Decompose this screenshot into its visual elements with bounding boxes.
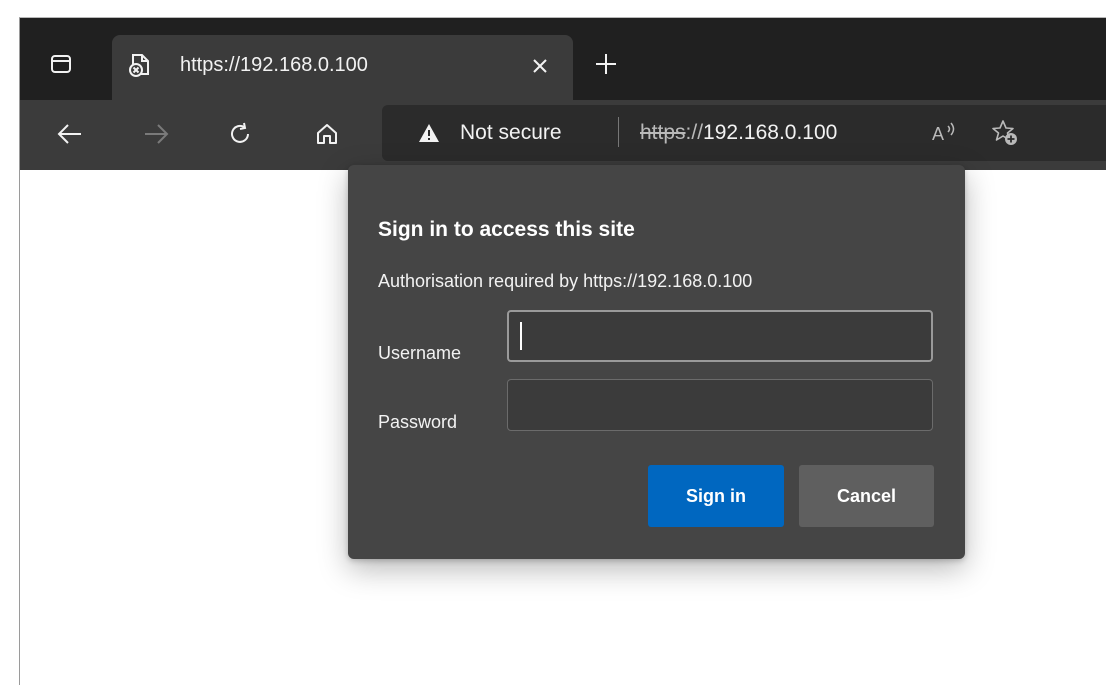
address-bar[interactable]: Not secure https://192.168.0.100 A [382,105,1106,161]
text-caret [520,322,522,350]
security-status-label[interactable]: Not secure [460,119,562,147]
sign-in-dialog: Sign in to access this site Authorisatio… [348,165,965,559]
dialog-message: Authorisation required by https://192.16… [378,271,753,291]
close-icon[interactable] [528,54,552,78]
tab-active[interactable]: https://192.168.0.100 [112,35,573,100]
username-label: Username [378,343,462,363]
url-separator: :// [685,121,704,144]
tab-actions-icon[interactable] [49,52,73,76]
browser-window: https://192.168.0.100 Not secure https:/… [19,17,1106,685]
refresh-icon[interactable] [223,117,257,151]
url-scheme: https [640,121,686,144]
add-favorite-icon[interactable] [990,119,1020,147]
password-label: Password [378,412,458,432]
warning-triangle-icon[interactable] [418,123,440,143]
url-text[interactable]: https://192.168.0.100 [640,119,837,147]
sign-in-button[interactable]: Sign in [648,465,784,527]
password-input[interactable] [507,379,933,431]
home-icon[interactable] [310,117,344,151]
cancel-button[interactable]: Cancel [799,465,934,527]
username-input[interactable] [507,310,933,362]
plus-icon[interactable] [592,50,620,78]
url-host: 192.168.0.100 [703,121,838,144]
insecure-page-icon [129,53,151,77]
arrow-left-icon[interactable] [53,117,87,151]
dialog-title: Sign in to access this site [378,218,635,241]
arrow-right-icon[interactable] [139,117,173,151]
address-divider [618,117,619,147]
tab-title: https://192.168.0.100 [180,54,368,76]
read-aloud-icon[interactable]: A [930,120,958,146]
svg-text:A: A [932,124,944,144]
toolbar: Not secure https://192.168.0.100 A [20,100,1106,170]
tab-strip: https://192.168.0.100 [20,18,1106,100]
